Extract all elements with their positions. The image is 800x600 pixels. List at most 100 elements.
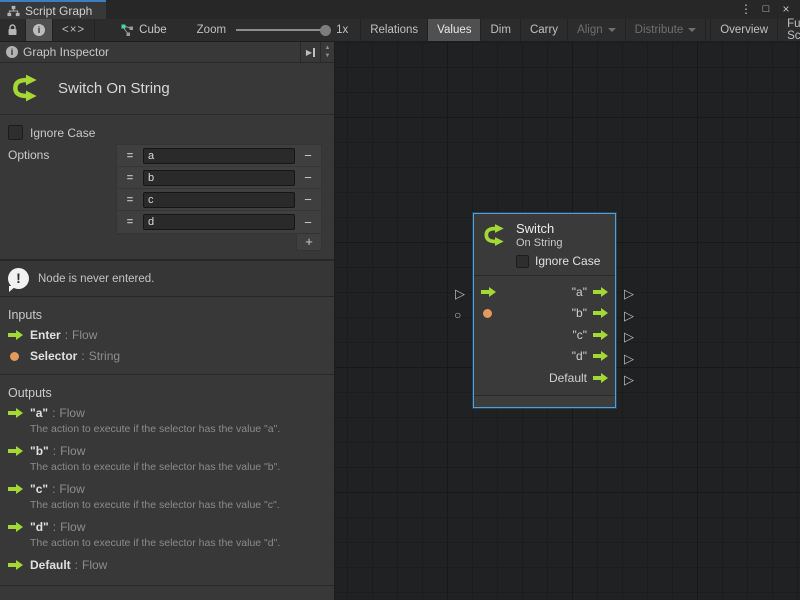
node-subtitle: On String bbox=[516, 237, 562, 249]
unit-title-block: Switch On String bbox=[0, 63, 334, 115]
outputs-heading: Outputs bbox=[0, 375, 334, 402]
tab-script-graph[interactable]: Script Graph bbox=[0, 0, 106, 19]
options-add-row: + bbox=[116, 234, 322, 251]
preview-code-button[interactable]: <×> bbox=[53, 19, 95, 41]
warning-text: Node is never entered. bbox=[38, 273, 154, 285]
switch-icon bbox=[10, 72, 42, 104]
node-title: Switch bbox=[516, 221, 562, 236]
ignore-case-checkbox[interactable] bbox=[516, 255, 529, 268]
output-connection-stub-default[interactable]: ▷ bbox=[624, 373, 634, 386]
option-row: = − bbox=[117, 189, 321, 211]
dim-button[interactable]: Dim bbox=[481, 19, 520, 41]
lock-button[interactable] bbox=[0, 19, 26, 41]
warning-box: ! Node is never entered. bbox=[0, 260, 334, 297]
values-button[interactable]: Values bbox=[428, 19, 481, 41]
flow-port-icon bbox=[8, 484, 23, 494]
drag-handle-icon[interactable]: = bbox=[117, 194, 143, 206]
flow-port-icon bbox=[8, 330, 23, 340]
overview-button[interactable]: Overview bbox=[711, 19, 778, 41]
selector-connection-stub[interactable]: ○ bbox=[454, 309, 461, 321]
output-connection-stub-d[interactable]: ▷ bbox=[624, 352, 634, 365]
selector-port-icon[interactable] bbox=[483, 309, 492, 318]
port-row-default: Default bbox=[474, 367, 615, 389]
options-row: Options = − = − = bbox=[8, 144, 322, 251]
toolbar-buttons: Relations Values Dim Carry Align Distrib… bbox=[360, 19, 800, 41]
scroll-down-icon[interactable]: ▼ bbox=[325, 53, 331, 59]
fullscreen-button[interactable]: Full Screen bbox=[778, 19, 800, 41]
enter-port-icon[interactable] bbox=[481, 287, 496, 297]
flow-port-icon bbox=[8, 446, 23, 456]
output-port-icon[interactable] bbox=[593, 308, 608, 318]
output-connection-stub-a[interactable]: ▷ bbox=[624, 287, 634, 300]
output-row-c: "c" : Flow bbox=[0, 478, 334, 499]
titlebar: Script Graph ⋮ □ × bbox=[0, 0, 800, 19]
zoom-value: 1x bbox=[336, 24, 348, 36]
remove-option-button[interactable]: − bbox=[295, 215, 321, 230]
add-option-button[interactable]: + bbox=[296, 234, 322, 251]
port-row-c: "c" bbox=[474, 324, 615, 346]
option-input[interactable] bbox=[143, 214, 295, 230]
ignore-case-row: Ignore Case bbox=[8, 125, 326, 140]
warning-icon: ! bbox=[8, 268, 29, 289]
align-dropdown[interactable]: Align bbox=[568, 19, 626, 41]
graph-canvas[interactable]: Switch On String Ignore Case "a" bbox=[335, 42, 800, 600]
graph-reference-icon bbox=[121, 24, 134, 37]
value-port-icon bbox=[10, 352, 19, 361]
divider bbox=[0, 585, 334, 586]
inspector-toggle-button[interactable]: i bbox=[26, 19, 53, 41]
output-port-icon[interactable] bbox=[593, 351, 608, 361]
option-row: = − bbox=[117, 167, 321, 189]
node-body: "a" "b" "c" "d" bbox=[474, 275, 615, 395]
code-view-icon: <×> bbox=[62, 24, 85, 36]
drag-handle-icon[interactable]: = bbox=[117, 216, 143, 228]
carry-button[interactable]: Carry bbox=[521, 19, 568, 41]
remove-option-button[interactable]: − bbox=[295, 170, 321, 185]
output-connection-stub-c[interactable]: ▷ bbox=[624, 330, 634, 343]
maximize-icon[interactable]: □ bbox=[758, 0, 774, 19]
distribute-dropdown[interactable]: Distribute bbox=[626, 19, 707, 41]
drag-handle-icon[interactable]: = bbox=[117, 172, 143, 184]
ignore-case-label: Ignore Case bbox=[30, 126, 95, 140]
output-row-a: "a" : Flow bbox=[0, 402, 334, 423]
output-port-icon[interactable] bbox=[593, 330, 608, 340]
toolbar: i <×> Cube Zoom 1x Relations bbox=[0, 19, 800, 42]
more-menu-icon[interactable]: ⋮ bbox=[738, 0, 754, 19]
enter-connection-stub[interactable]: ▷ bbox=[455, 287, 465, 300]
option-input[interactable] bbox=[143, 192, 295, 208]
chevron-down-icon bbox=[688, 28, 696, 32]
output-desc: The action to execute if the selector ha… bbox=[0, 499, 334, 516]
options-label: Options bbox=[8, 144, 116, 162]
node-header: Switch On String Ignore Case bbox=[474, 214, 615, 275]
output-port-icon[interactable] bbox=[593, 373, 608, 383]
output-port-icon[interactable] bbox=[593, 287, 608, 297]
close-icon[interactable]: × bbox=[778, 0, 794, 19]
ignore-case-checkbox[interactable] bbox=[8, 125, 23, 140]
panel-scrollbar[interactable]: ▲ ▼ bbox=[320, 42, 334, 62]
relations-button[interactable]: Relations bbox=[361, 19, 428, 41]
remove-option-button[interactable]: − bbox=[295, 192, 321, 207]
drag-handle-icon[interactable]: = bbox=[117, 150, 143, 162]
output-row-default: Default : Flow bbox=[0, 554, 334, 575]
input-row-selector: Selector : String bbox=[0, 345, 334, 366]
option-input[interactable] bbox=[143, 170, 295, 186]
lock-icon bbox=[7, 24, 18, 36]
scroll-up-icon[interactable]: ▲ bbox=[325, 45, 331, 51]
flow-port-icon bbox=[8, 560, 23, 570]
options-list: = − = − = − = bbox=[116, 144, 322, 251]
info-icon: i bbox=[6, 46, 18, 58]
output-row-b: "b" : Flow bbox=[0, 440, 334, 461]
inputs-heading: Inputs bbox=[0, 297, 334, 324]
graph-reference[interactable]: Cube bbox=[121, 19, 167, 41]
remove-option-button[interactable]: − bbox=[295, 148, 321, 163]
option-input[interactable] bbox=[143, 148, 295, 164]
dock-panel-button[interactable]: ▶ bbox=[300, 42, 320, 62]
dock-icon: ▶ bbox=[306, 48, 312, 57]
output-connection-stub-b[interactable]: ▷ bbox=[624, 309, 634, 322]
graph-inspector-title: Graph Inspector bbox=[23, 45, 109, 59]
zoom-slider-knob[interactable] bbox=[320, 25, 331, 36]
switch-on-string-node[interactable]: Switch On String Ignore Case "a" bbox=[473, 213, 616, 408]
chevron-down-icon bbox=[608, 28, 616, 32]
output-row-d: "d" : Flow bbox=[0, 516, 334, 537]
tab-label: Script Graph bbox=[25, 4, 92, 18]
zoom-slider[interactable] bbox=[236, 19, 328, 42]
